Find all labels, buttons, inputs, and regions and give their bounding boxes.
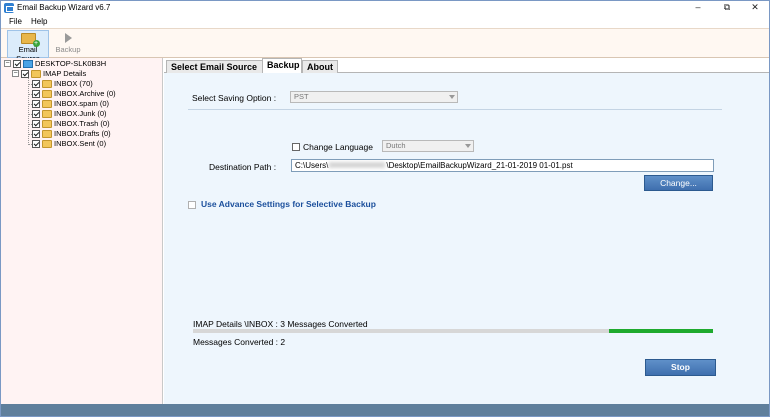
- tree-item-folder[interactable]: INBOX.Sent (0): [28, 139, 162, 149]
- backup-toolbar-button[interactable]: Backup: [55, 30, 81, 58]
- folder-icon: [42, 100, 52, 108]
- progress-bar: [193, 329, 713, 333]
- divider: [188, 109, 722, 110]
- folder-tree-panel: − DESKTOP-SLK0B3H − IMAP Details INBOX (…: [1, 58, 163, 404]
- tree-label-folder: INBOX.Sent (0): [54, 139, 107, 148]
- tree-item-root[interactable]: − DESKTOP-SLK0B3H: [4, 59, 162, 69]
- saving-option-value: PST: [294, 92, 309, 101]
- menu-help[interactable]: Help: [31, 17, 47, 26]
- tree-label-folder: INBOX.Archive (0): [54, 89, 116, 98]
- backup-toolbar-label: Backup: [55, 45, 81, 54]
- chevron-down-icon: [449, 95, 455, 99]
- root-checkbox[interactable]: [13, 60, 21, 68]
- folder-checkbox[interactable]: [32, 120, 40, 128]
- path-suffix: \Desktop\EmailBackupWizard_21-01-2019 01…: [386, 161, 573, 170]
- saving-option-select[interactable]: PST: [290, 91, 458, 103]
- destination-path-field[interactable]: C:\Users\ \Desktop\EmailBackupWizard_21-0…: [291, 159, 714, 172]
- tree-item-folder[interactable]: INBOX.Junk (0): [28, 109, 162, 119]
- folder-icon: [42, 90, 52, 98]
- toolbar: Email Source Backup: [1, 28, 769, 63]
- change-language-label: Change Language: [303, 142, 373, 152]
- folder-icon: [42, 130, 52, 138]
- tree-item-account[interactable]: − IMAP Details: [12, 69, 162, 79]
- destination-path-label: Destination Path :: [209, 162, 277, 172]
- menu-file[interactable]: File: [9, 17, 22, 26]
- stop-button[interactable]: Stop: [645, 359, 716, 376]
- chevron-down-icon: [465, 144, 471, 148]
- app-icon: [4, 3, 14, 13]
- menu-bar: File Help: [1, 15, 769, 28]
- path-prefix: C:\Users\: [295, 161, 329, 170]
- main-panel: Select Saving Option : PST Change Langua…: [164, 58, 769, 404]
- folder-icon: [42, 110, 52, 118]
- folder-icon: [42, 80, 52, 88]
- tree-label-folder: INBOX (70): [54, 79, 93, 88]
- tree-item-folder[interactable]: INBOX.Archive (0): [28, 89, 162, 99]
- tab-backup[interactable]: Backup: [262, 58, 302, 73]
- language-value: Dutch: [386, 141, 406, 150]
- folder-checkbox[interactable]: [32, 80, 40, 88]
- account-checkbox[interactable]: [21, 70, 29, 78]
- advance-settings-checkbox[interactable]: [188, 201, 196, 209]
- email-source-button[interactable]: Email Source: [7, 30, 49, 63]
- tree-label-folder: INBOX.spam (0): [54, 99, 110, 108]
- computer-icon: [23, 60, 33, 68]
- messages-converted-text: Messages Converted : 2: [193, 337, 286, 347]
- tree-label-folder: INBOX.Trash (0): [54, 119, 110, 128]
- status-bar: [1, 404, 769, 416]
- trash-folder-icon: [42, 120, 52, 128]
- folder-checkbox[interactable]: [32, 90, 40, 98]
- window-title: Email Backup Wizard v6.7: [17, 3, 111, 12]
- folder-checkbox[interactable]: [32, 140, 40, 148]
- app-window: Email Backup Wizard v6.7 – ⧉ ✕ File Help…: [0, 0, 770, 417]
- tree-item-folder[interactable]: INBOX.Trash (0): [28, 119, 162, 129]
- backup-tab-content: Select Saving Option : PST Change Langua…: [164, 72, 769, 404]
- tab-select-email-source[interactable]: Select Email Source: [166, 60, 263, 73]
- play-icon: [64, 33, 72, 43]
- saving-option-label: Select Saving Option :: [192, 93, 277, 103]
- folder-icon: [42, 140, 52, 148]
- redacted-username: [329, 162, 386, 168]
- tab-about[interactable]: About: [302, 60, 338, 73]
- tree-label-folder: INBOX.Junk (0): [54, 109, 107, 118]
- tree-label-root: DESKTOP-SLK0B3H: [35, 59, 107, 68]
- change-path-button[interactable]: Change...: [644, 175, 713, 191]
- advance-settings-label[interactable]: Use Advance Settings for Selective Backu…: [201, 199, 376, 209]
- close-button[interactable]: ✕: [741, 1, 769, 15]
- folder-icon: [31, 70, 41, 78]
- collapse-icon[interactable]: −: [4, 60, 11, 67]
- tree-item-folder[interactable]: INBOX.spam (0): [28, 99, 162, 109]
- tree-label-account: IMAP Details: [43, 69, 87, 78]
- language-select[interactable]: Dutch: [382, 140, 474, 152]
- progress-status-text: IMAP Details \INBOX : 3 Messages Convert…: [193, 319, 368, 329]
- progress-fill: [609, 329, 713, 333]
- maximize-button[interactable]: ⧉: [713, 1, 741, 15]
- folder-checkbox[interactable]: [32, 110, 40, 118]
- change-language-checkbox[interactable]: [292, 143, 300, 151]
- folder-checkbox[interactable]: [32, 130, 40, 138]
- tree-item-folder[interactable]: INBOX.Drafts (0): [28, 129, 162, 139]
- folder-checkbox[interactable]: [32, 100, 40, 108]
- tree-item-folder[interactable]: INBOX (70): [28, 79, 162, 89]
- collapse-icon[interactable]: −: [12, 70, 19, 77]
- title-bar: Email Backup Wizard v6.7 – ⧉ ✕: [1, 1, 769, 15]
- tree-label-folder: INBOX.Drafts (0): [54, 129, 111, 138]
- minimize-button[interactable]: –: [684, 1, 712, 15]
- folder-add-icon: [20, 33, 40, 47]
